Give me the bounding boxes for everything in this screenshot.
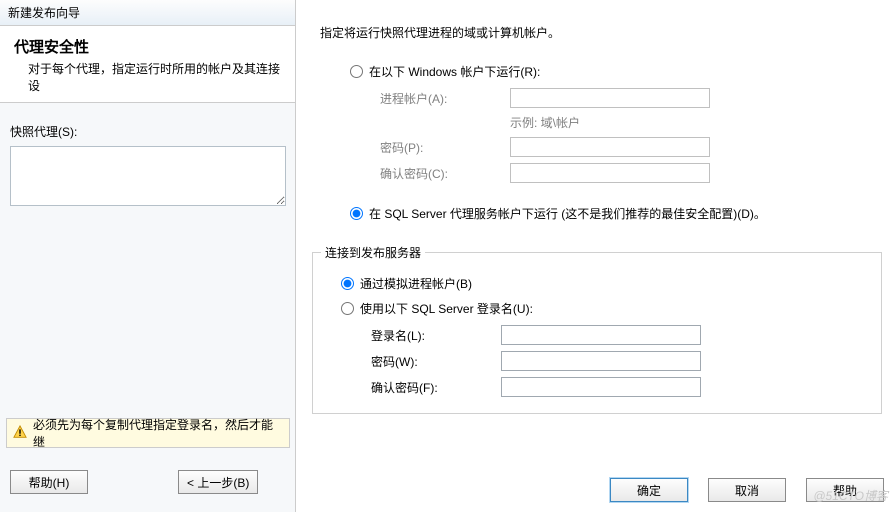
option-sql-agent[interactable]: 在 SQL Server 代理服务帐户下运行 (这不是我们推荐的最佳安全配置)(… [350, 205, 874, 222]
wizard-window-title: 新建发布向导 [0, 0, 295, 26]
snapshot-agent-input[interactable] [10, 146, 286, 206]
run-as-section: 在以下 Windows 帐户下运行(R): 进程帐户(A): 示例: 域\帐户 … [300, 51, 894, 234]
page-title: 代理安全性 [14, 36, 281, 57]
option-windows-account[interactable]: 在以下 Windows 帐户下运行(R): [350, 63, 874, 80]
password-label: 密码(P): [380, 139, 510, 156]
dialog-right-panel: 指定将运行快照代理进程的域或计算机帐户。 在以下 Windows 帐户下运行(R… [300, 0, 894, 512]
option-impersonate[interactable]: 通过模拟进程帐户(B) [341, 275, 873, 292]
wizard-left-panel: 新建发布向导 代理安全性 对于每个代理，指定运行时所用的帐户及其连接设 快照代理… [0, 0, 296, 512]
option-sql-agent-label: 在 SQL Server 代理服务帐户下运行 (这不是我们推荐的最佳安全配置)(… [369, 205, 766, 222]
wizard-button-bar: 帮助(H) < 上一步(B) [0, 462, 296, 502]
login-row: 登录名(L): [371, 325, 873, 345]
option-impersonate-label: 通过模拟进程帐户(B) [360, 275, 472, 292]
cancel-button[interactable]: 取消 [708, 478, 786, 502]
wizard-header: 代理安全性 对于每个代理，指定运行时所用的帐户及其连接设 [0, 26, 295, 103]
snapshot-agent-label: 快照代理(S): [0, 103, 295, 146]
confirm-password-row: 确认密码(C): [380, 163, 874, 183]
warning-icon [13, 425, 27, 442]
login-confirm-password-row: 确认密码(F): [371, 377, 873, 397]
dialog-instruction: 指定将运行快照代理进程的域或计算机帐户。 [300, 0, 894, 51]
option-sql-login[interactable]: 使用以下 SQL Server 登录名(U): [341, 300, 873, 317]
login-label: 登录名(L): [371, 327, 501, 344]
password-input [510, 137, 710, 157]
radio-sql-login[interactable] [341, 302, 354, 315]
warning-message: 必须先为每个复制代理指定登录名，然后才能继 [6, 418, 290, 448]
radio-windows-account[interactable] [350, 65, 363, 78]
help-button[interactable]: 帮助(H) [10, 470, 88, 494]
connect-publisher-fieldset: 连接到发布服务器 通过模拟进程帐户(B) 使用以下 SQL Server 登录名… [312, 252, 882, 414]
login-confirm-password-input[interactable] [501, 377, 701, 397]
radio-impersonate[interactable] [341, 277, 354, 290]
process-account-label: 进程帐户(A): [380, 90, 510, 107]
password-row: 密码(P): [380, 137, 874, 157]
warning-text: 必须先为每个复制代理指定登录名，然后才能继 [33, 416, 283, 450]
radio-sql-agent[interactable] [350, 207, 363, 220]
login-password-label: 密码(W): [371, 353, 501, 370]
option-windows-account-label: 在以下 Windows 帐户下运行(R): [369, 63, 540, 80]
process-account-row: 进程帐户(A): [380, 88, 874, 108]
confirm-password-label: 确认密码(C): [380, 165, 510, 182]
help-button-right[interactable]: 帮助 [806, 478, 884, 502]
page-subtitle: 对于每个代理，指定运行时所用的帐户及其连接设 [14, 60, 281, 94]
connect-publisher-legend: 连接到发布服务器 [321, 244, 425, 261]
confirm-password-input [510, 163, 710, 183]
login-confirm-password-label: 确认密码(F): [371, 379, 501, 396]
option-sql-login-label: 使用以下 SQL Server 登录名(U): [360, 300, 533, 317]
process-account-hint: 示例: 域\帐户 [380, 114, 874, 131]
dialog-button-bar: 确定 取消 帮助 [610, 478, 884, 502]
login-input[interactable] [501, 325, 701, 345]
process-account-input [510, 88, 710, 108]
ok-button[interactable]: 确定 [610, 478, 688, 502]
login-password-row: 密码(W): [371, 351, 873, 371]
login-password-input[interactable] [501, 351, 701, 371]
back-button[interactable]: < 上一步(B) [178, 470, 258, 494]
